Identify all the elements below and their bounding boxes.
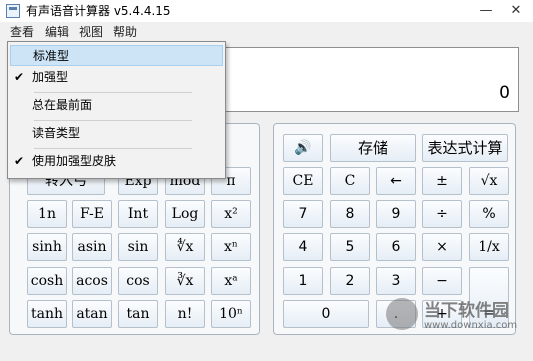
menu-view-top[interactable]: 查看: [10, 22, 34, 42]
digit-1-button[interactable]: 1: [283, 267, 323, 295]
digit-7-button[interactable]: 7: [283, 200, 323, 228]
checkmark-icon: ✔: [14, 154, 25, 168]
minus-button[interactable]: −: [422, 267, 462, 295]
menu-option-voice-type[interactable]: 读音类型: [10, 123, 223, 144]
digit-9-button[interactable]: 9: [376, 200, 416, 228]
digit-6-button[interactable]: 6: [376, 233, 416, 261]
menu-help[interactable]: 帮助: [113, 22, 137, 42]
digit-2-button[interactable]: 2: [330, 267, 370, 295]
menu-separator: [34, 120, 192, 121]
view-dropdown-menu: 标准型 ✔ 加强型 总在最前面 读音类型 ✔ 使用加强型皮肤: [7, 41, 226, 179]
fourth-root-button[interactable]: ∜x: [165, 233, 205, 261]
tan-button[interactable]: tan: [118, 300, 158, 328]
clear-button[interactable]: C: [330, 167, 370, 195]
sin-button[interactable]: sin: [118, 233, 158, 261]
menu-view[interactable]: 视图: [79, 22, 103, 42]
expression-calc-button[interactable]: 表达式计算: [422, 134, 508, 162]
watermark-text: 当下软件园: [424, 301, 509, 321]
menu-bar: 查看 编辑 视图 帮助: [0, 22, 533, 42]
window-title: 有声语音计算器 v5.4.4.15: [26, 4, 171, 18]
menu-edit[interactable]: 编辑: [45, 22, 69, 42]
menu-separator: [34, 148, 192, 149]
multiply-button[interactable]: ×: [422, 233, 462, 261]
calculator-app-icon: [6, 4, 20, 18]
digit-8-button[interactable]: 8: [330, 200, 370, 228]
watermark: 当下软件园 www.downxia.com: [386, 296, 526, 340]
tanh-button[interactable]: tanh: [27, 300, 67, 328]
speaker-icon: 🔊: [294, 140, 312, 156]
reciprocal-button[interactable]: 1/x: [469, 233, 509, 261]
acos-button[interactable]: acos: [72, 267, 112, 295]
menu-option-always-on-top[interactable]: 总在最前面: [10, 95, 223, 116]
power-n-button[interactable]: xⁿ: [211, 233, 251, 261]
watermark-logo-icon: [386, 298, 418, 330]
sound-button[interactable]: 🔊: [283, 134, 323, 162]
display-value: 0: [499, 83, 510, 103]
checkmark-icon: ✔: [14, 70, 25, 84]
menu-option-standard[interactable]: 标准型: [10, 45, 223, 66]
close-button[interactable]: ✕: [502, 0, 530, 22]
menu-separator: [34, 92, 192, 93]
fe-button[interactable]: F-E: [72, 200, 112, 228]
ln-button[interactable]: 1n: [27, 200, 67, 228]
title-bar: 有声语音计算器 v5.4.4.15 — ✕: [0, 0, 533, 22]
int-button[interactable]: Int: [118, 200, 158, 228]
sinh-button[interactable]: sinh: [27, 233, 67, 261]
minimize-button[interactable]: —: [472, 0, 500, 22]
plus-minus-button[interactable]: ±: [422, 167, 462, 195]
ten-power-button[interactable]: 10ⁿ: [211, 300, 251, 328]
menu-option-enhanced[interactable]: ✔ 加强型: [10, 67, 223, 88]
divide-button[interactable]: ÷: [422, 200, 462, 228]
percent-button[interactable]: %: [469, 200, 509, 228]
power-a-button[interactable]: xᵃ: [211, 267, 251, 295]
log-button[interactable]: Log: [165, 200, 205, 228]
backspace-button[interactable]: ←: [376, 167, 416, 195]
cosh-button[interactable]: cosh: [27, 267, 67, 295]
watermark-url: www.downxia.com: [424, 320, 518, 331]
menu-option-enhanced-skin[interactable]: ✔ 使用加强型皮肤: [10, 151, 223, 172]
cube-root-button[interactable]: ∛x: [165, 267, 205, 295]
square-button[interactable]: x²: [211, 200, 251, 228]
atan-button[interactable]: atan: [72, 300, 112, 328]
digit-0-button[interactable]: 0: [283, 300, 369, 328]
factorial-button[interactable]: n!: [165, 300, 205, 328]
digit-5-button[interactable]: 5: [330, 233, 370, 261]
cos-button[interactable]: cos: [118, 267, 158, 295]
ce-button[interactable]: CE: [283, 167, 323, 195]
sqrt-button[interactable]: √x: [469, 167, 509, 195]
asin-button[interactable]: asin: [72, 233, 112, 261]
digit-3-button[interactable]: 3: [376, 267, 416, 295]
store-button[interactable]: 存储: [330, 134, 416, 162]
digit-4-button[interactable]: 4: [283, 233, 323, 261]
